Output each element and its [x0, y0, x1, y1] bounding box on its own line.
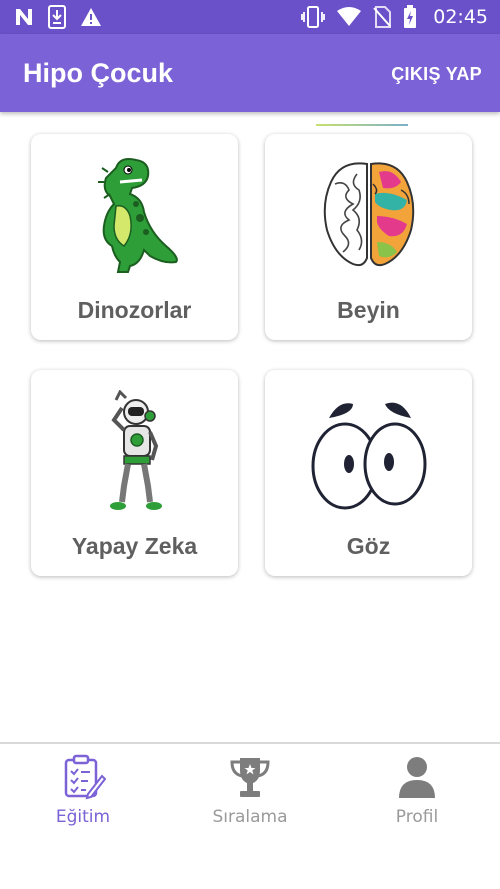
bottom-navigation: Eğitim Sıralama Profil [0, 742, 500, 889]
decorative-line [316, 124, 408, 126]
eyes-illustration [311, 402, 426, 510]
nav-item-profile[interactable]: Profil [357, 754, 477, 827]
warning-icon [81, 8, 101, 26]
status-bar: 02:45 [0, 0, 500, 34]
download-icon [48, 5, 66, 29]
nav-label: Sıralama [212, 807, 288, 827]
app-bar: Hipo Çocuk ÇIKIŞ YAP [0, 34, 500, 112]
category-card-eye[interactable]: Göz [265, 370, 472, 576]
wifi-icon [337, 7, 362, 26]
no-sim-icon [373, 6, 392, 28]
status-time: 02:45 [433, 6, 488, 28]
clipboard-icon [64, 754, 107, 800]
dinosaur-illustration [97, 158, 178, 273]
battery-charging-icon [404, 5, 417, 28]
nav-label: Profil [395, 807, 439, 827]
category-label: Dinozorlar [77, 297, 192, 323]
trophy-icon [230, 758, 270, 797]
nav-item-ranking[interactable]: Sıralama [190, 754, 310, 827]
person-icon [399, 757, 435, 798]
category-card-ai[interactable]: Yapay Zeka [31, 370, 238, 576]
brain-illustration [323, 162, 414, 267]
n-notification-icon [16, 9, 32, 25]
robot-illustration [109, 390, 162, 510]
category-card-brain[interactable]: Beyin [265, 134, 472, 340]
category-label: Yapay Zeka [71, 533, 198, 559]
nav-item-education[interactable]: Eğitim [23, 754, 143, 827]
category-label: Beyin [337, 297, 400, 323]
category-label: Göz [346, 533, 391, 559]
category-card-dinosaurs[interactable]: Dinozorlar [31, 134, 238, 340]
nav-label: Eğitim [55, 807, 111, 827]
vibrate-icon [301, 6, 326, 28]
app-title: Hipo Çocuk [23, 58, 174, 88]
logout-button[interactable]: ÇIKIŞ YAP [391, 64, 482, 85]
